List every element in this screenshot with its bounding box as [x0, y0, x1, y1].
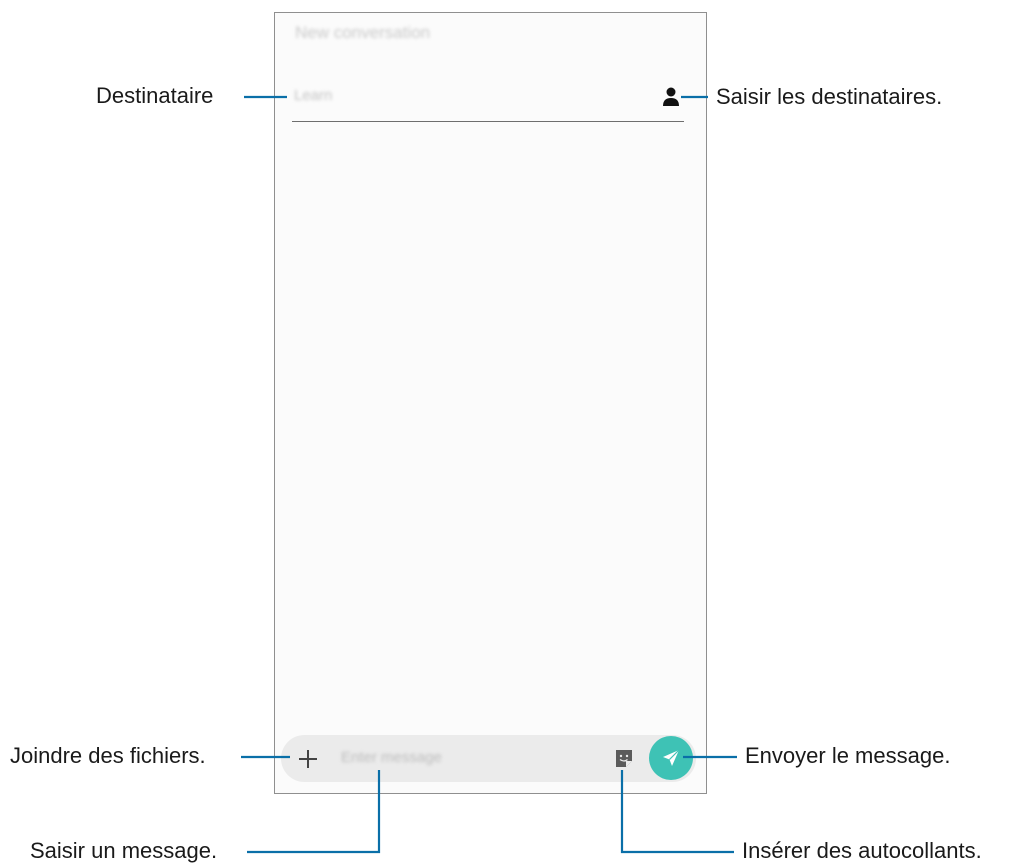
label-insert-stickers: Insérer des autocollants.: [742, 838, 982, 863]
label-recipient: Destinataire: [96, 83, 214, 108]
label-attach-files: Joindre des fichiers.: [10, 743, 206, 768]
sticker-icon[interactable]: [614, 748, 634, 769]
person-icon[interactable]: [662, 86, 680, 108]
recipient-row: Learn: [292, 77, 684, 122]
label-send-message: Envoyer le message.: [745, 743, 951, 768]
compose-bar: Enter message: [281, 735, 696, 782]
recipient-field[interactable]: Learn: [294, 87, 332, 104]
plus-icon[interactable]: [295, 746, 321, 772]
send-button[interactable]: [649, 736, 693, 780]
manual-page: New conversation Learn Enter message Des…: [0, 0, 1024, 864]
label-enter-message: Saisir un message.: [30, 838, 218, 863]
label-enter-recipients: Saisir les destinataires.: [716, 84, 943, 109]
paper-plane-icon: [663, 749, 680, 766]
screen-title: New conversation: [295, 23, 431, 42]
messages-screen: New conversation Learn Enter message: [274, 12, 707, 794]
message-input[interactable]: Enter message: [341, 749, 442, 766]
